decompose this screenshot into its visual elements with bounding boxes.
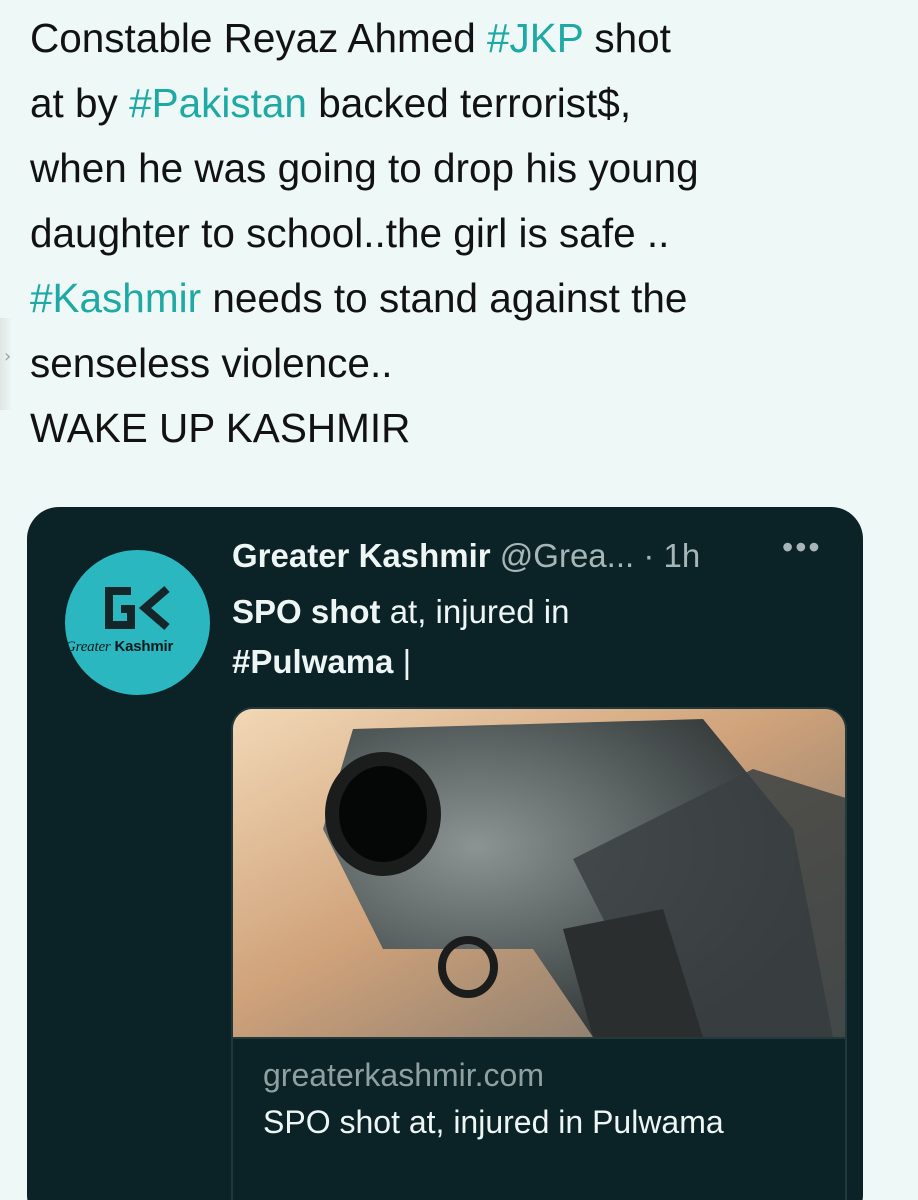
quoted-tweet-text: SPO shot at, injured in #Pulwama | <box>232 593 570 680</box>
author-name[interactable]: Greater Kashmir <box>232 537 491 574</box>
tweet-text-segment: when he was going to drop his young <box>30 145 699 191</box>
tweet-text-segment: needs to stand against the <box>201 275 688 321</box>
timestamp[interactable]: · 1h <box>643 537 700 574</box>
tweet-text-segment: at by <box>30 80 130 126</box>
hashtag-link[interactable]: #JKP <box>487 15 583 61</box>
link-preview-body: greaterkashmir.com SPO shot at, injured … <box>233 1037 845 1200</box>
avatar-wordmark: Greater Kashmir <box>65 638 174 655</box>
tweet-text-segment: Constable Reyaz Ahmed <box>30 15 488 61</box>
hashtag-link[interactable]: #Pakistan <box>129 80 307 126</box>
tweet-line: when he was going to drop his young <box>30 136 890 201</box>
link-preview-card[interactable]: greaterkashmir.com SPO shot at, injured … <box>231 707 847 1200</box>
tweet-text-segment: daughter to school..the girl is safe .. <box>30 210 670 256</box>
tweet-text-segment: shot <box>583 15 671 61</box>
tweet-text-segment: backed terrorist$, <box>306 80 632 126</box>
link-title: SPO shot at, injured in Pulwama <box>263 1104 724 1140</box>
quoted-tweet-card[interactable]: Greater Kashmir Greater Kashmir @Grea...… <box>27 507 863 1200</box>
tweet-text-segment: WAKE UP KASHMIR <box>30 405 411 451</box>
author-handle[interactable]: @Grea... <box>500 537 634 574</box>
link-preview-image <box>233 709 845 1037</box>
gk-logo-icon <box>105 585 170 631</box>
tweet-line: Constable Reyaz Ahmed #JKP shot <box>30 6 890 71</box>
avatar[interactable]: Greater Kashmir <box>65 550 210 695</box>
quoted-tweet-header: Greater Kashmir @Grea... · 1h ••• <box>232 529 852 587</box>
tweet-line: senseless violence.. <box>30 331 890 396</box>
tweet-line: daughter to school..the girl is safe .. <box>30 201 890 266</box>
link-domain: greaterkashmir.com <box>263 1057 544 1093</box>
tweet-line: #Kashmir needs to stand against the <box>30 266 890 331</box>
hashtag-link[interactable]: #Pulwama <box>232 643 393 680</box>
chevron-right-icon[interactable]: › <box>4 346 11 367</box>
more-options-icon[interactable]: ••• <box>782 529 822 566</box>
tweet-line: at by #Pakistan backed terrorist$, <box>30 71 890 136</box>
tweet-text: Constable Reyaz Ahmed #JKP shot at by #Pa… <box>30 6 890 461</box>
tweet-text-segment: senseless violence.. <box>30 340 393 386</box>
tweet-line: WAKE UP KASHMIR <box>30 396 890 461</box>
hashtag-link[interactable]: #Kashmir <box>30 275 201 321</box>
